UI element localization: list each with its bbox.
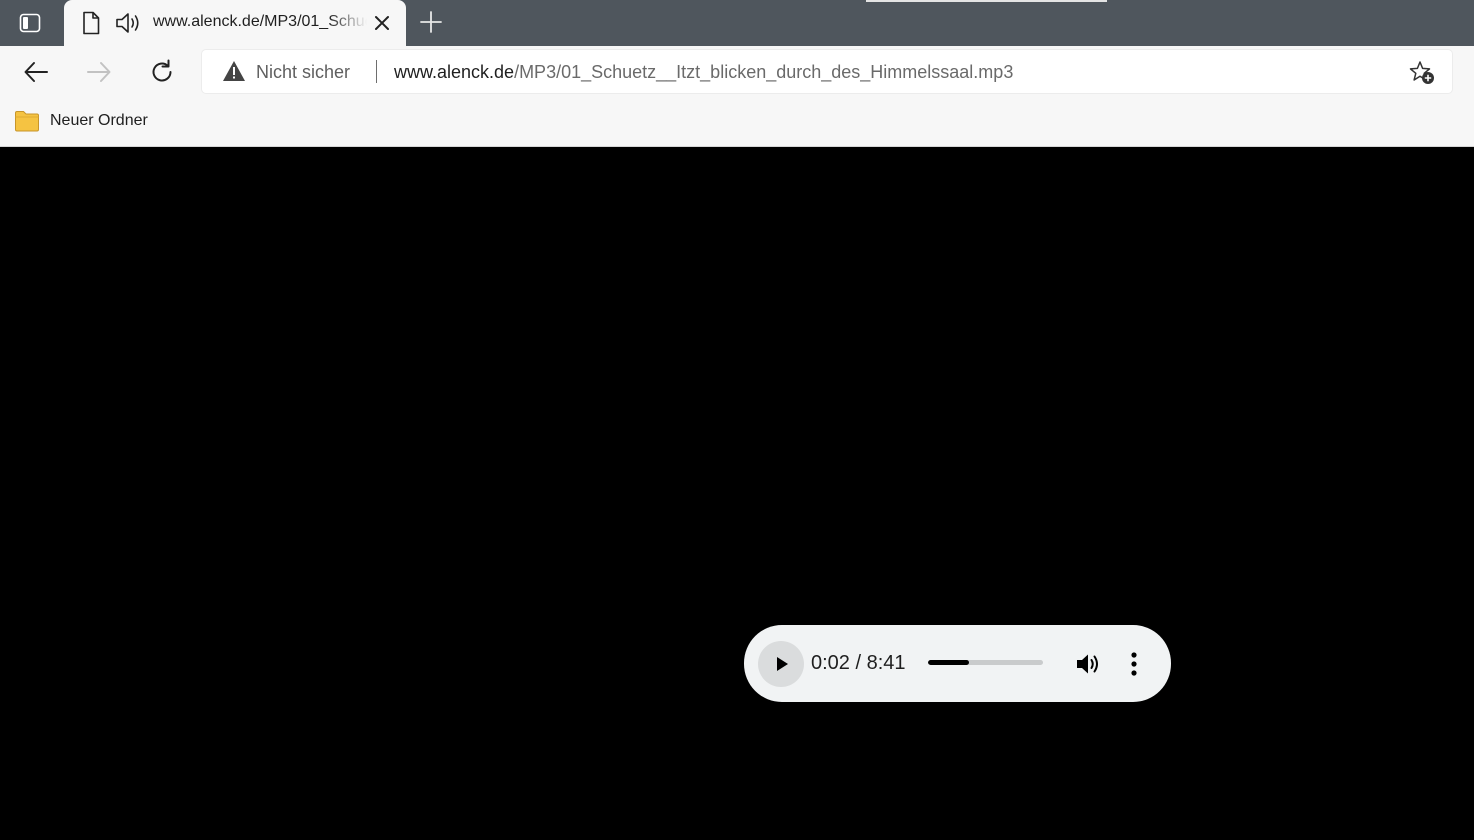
close-tab-icon[interactable] (372, 13, 392, 33)
audio-player: 0:02 / 8:41 (744, 625, 1171, 702)
tab-actions-icon[interactable] (12, 6, 48, 40)
play-button[interactable] (758, 641, 804, 687)
address-separator (376, 60, 377, 83)
tab-audio-icon[interactable] (114, 11, 142, 35)
more-options-icon[interactable] (1126, 651, 1142, 677)
address-bar[interactable]: Nicht sicher www.alenck.de/MP3/01_Schuet… (202, 50, 1452, 93)
tab-strip: www.alenck.de/MP3/01_Schuetz__Itzt_blick… (0, 0, 1474, 46)
forward-button[interactable] (85, 58, 113, 86)
url-text[interactable]: www.alenck.de/MP3/01_Schuetz__Itzt_blick… (394, 62, 1013, 83)
seek-slider-fill (928, 660, 970, 665)
reload-button[interactable] (148, 58, 176, 86)
bookmark-folder[interactable]: Neuer Ordner (14, 107, 148, 135)
arrow-right-icon (85, 58, 113, 86)
play-icon (772, 655, 790, 673)
volume-icon[interactable] (1074, 651, 1102, 677)
tab-title: www.alenck.de/MP3/01_Schuetz__Itzt_blick… (153, 13, 367, 30)
browser-toolbar: Nicht sicher www.alenck.de/MP3/01_Schuet… (0, 46, 1474, 98)
add-favorite-star-icon[interactable] (1408, 60, 1436, 86)
active-tab[interactable]: www.alenck.de/MP3/01_Schuetz__Itzt_blick… (64, 0, 406, 46)
url-host: www.alenck.de (394, 62, 515, 82)
favorites-bar: Neuer Ordner (0, 98, 1474, 147)
playback-time: 0:02 / 8:41 (811, 652, 906, 674)
page-file-icon (82, 11, 100, 35)
media-viewer: 0:02 / 8:41 (0, 147, 1474, 840)
bookmark-folder-label: Neuer Ordner (50, 112, 148, 129)
folder-icon (14, 110, 40, 132)
url-path: /MP3/01_Schuetz__Itzt_blicken_durch_des_… (514, 62, 1014, 82)
new-tab-plus-icon[interactable] (418, 9, 444, 35)
security-status-label[interactable]: Nicht sicher (256, 62, 350, 83)
arrow-left-icon (22, 58, 50, 86)
back-button[interactable] (22, 58, 50, 86)
warning-triangle-icon[interactable] (222, 60, 246, 82)
reload-icon (148, 58, 176, 86)
seek-slider[interactable] (928, 660, 1043, 665)
window-drag-indicator (866, 0, 1107, 2)
